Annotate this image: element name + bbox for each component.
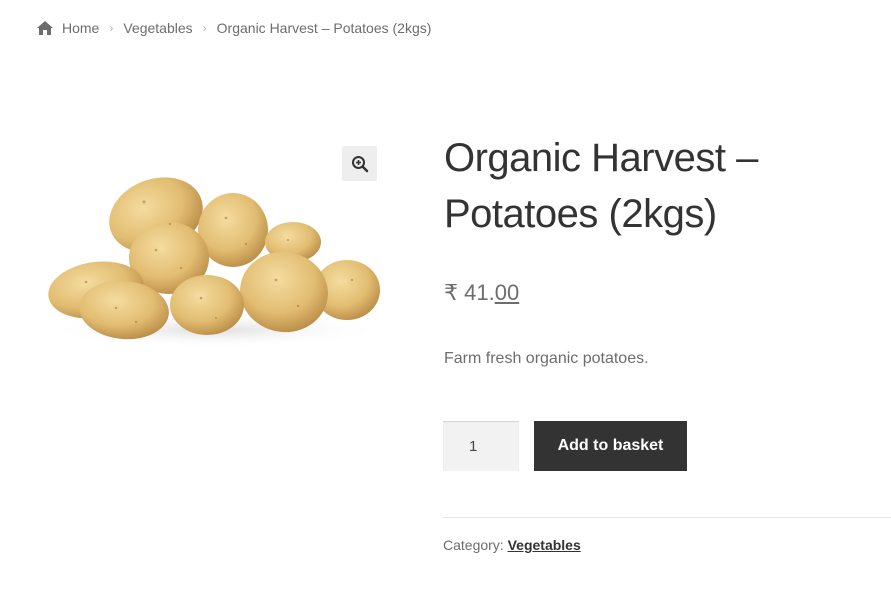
category-label: Category: [443,537,504,553]
zoom-in-icon [351,155,368,172]
zoom-in-button[interactable] [342,146,377,181]
product-price: ₹ 41.00 [444,280,884,306]
breadcrumb-current: Organic Harvest – Potatoes (2kgs) [216,20,432,36]
breadcrumb: Home › Vegetables › Organic Harvest – Po… [36,18,431,38]
quantity-input[interactable] [443,421,519,471]
product-meta: Category: Vegetables [443,537,581,553]
chevron-right-icon: › [109,21,114,35]
add-to-cart-form: Add to basket [443,421,687,471]
price-main: ₹ 41. [444,280,495,305]
home-icon[interactable] [36,20,54,36]
product-description: Farm fresh organic potatoes. [444,350,649,367]
add-to-basket-button[interactable]: Add to basket [534,421,687,471]
product-summary: Organic Harvest – Potatoes (2kgs) ₹ 41.0… [444,130,884,368]
breadcrumb-home-link[interactable]: Home [62,20,99,36]
product-image[interactable] [36,140,392,380]
category-link[interactable]: Vegetables [508,537,581,553]
divider [443,517,891,518]
breadcrumb-category-link[interactable]: Vegetables [123,20,192,36]
price-cents: 00 [494,280,520,305]
product-title: Organic Harvest – Potatoes (2kgs) [444,136,758,236]
chevron-right-icon: › [202,21,207,35]
